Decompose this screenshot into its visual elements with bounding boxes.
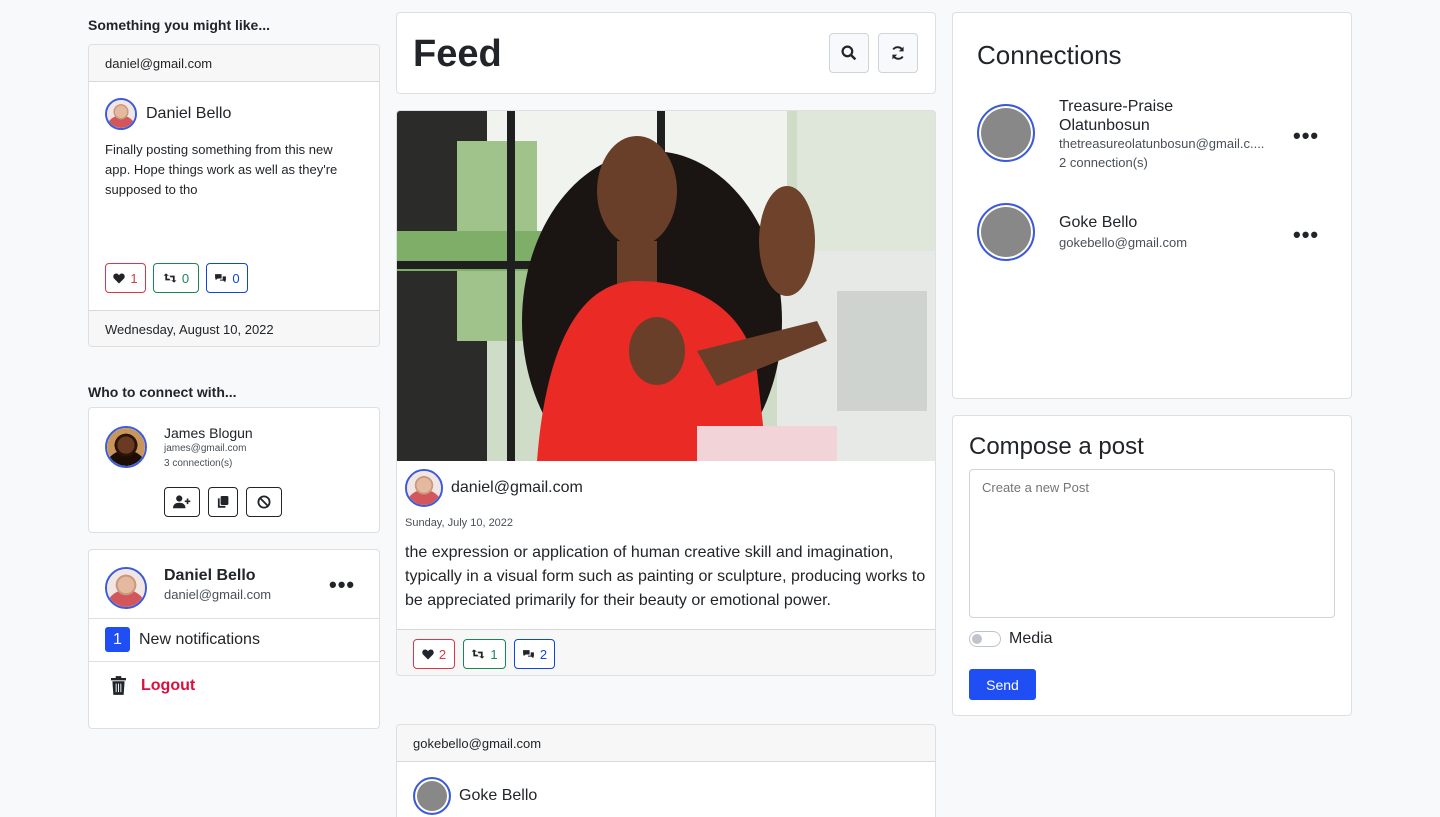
user-plus-icon (173, 495, 191, 509)
comment-button[interactable]: 2 (514, 639, 555, 669)
like-button[interactable]: 1 (105, 263, 146, 293)
comment-button[interactable]: 0 (206, 263, 248, 293)
post-author-name: Goke Bello (459, 787, 538, 804)
more-options-icon[interactable]: ••• (329, 574, 355, 596)
notifications-link[interactable]: 1 New notifications (105, 627, 260, 652)
feed-post-card: daniel@gmail.com Sunday, July 10, 2022 t… (396, 110, 936, 676)
connection-email: gokebello@gmail.com (1059, 235, 1188, 250)
post-header-email: gokebello@gmail.com (413, 736, 542, 751)
feed-post-card: gokebello@gmail.com Goke Bello (396, 724, 936, 817)
post-date: Sunday, July 10, 2022 (405, 517, 514, 529)
suggested-user-name[interactable]: James Blogun (164, 425, 253, 441)
media-label: Media (1009, 630, 1053, 647)
post-actions: 2 1 2 (413, 639, 555, 669)
post-photo (397, 111, 935, 461)
media-switch[interactable] (969, 631, 1001, 647)
ban-icon (257, 495, 271, 509)
logout-label: Logout (141, 676, 196, 694)
repost-button[interactable]: 0 (153, 263, 199, 293)
search-button[interactable] (829, 33, 869, 73)
avatar (405, 469, 443, 507)
repost-count: 1 (490, 646, 498, 662)
connection-count: 2 connection(s) (1059, 155, 1148, 170)
who-to-connect-card: James Blogun james@gmail.com 3 connectio… (88, 407, 380, 533)
connection-name[interactable]: Goke Bello (1059, 214, 1137, 232)
logout-button[interactable]: Logout (111, 676, 195, 695)
suggested-post-text: Finally posting something from this new … (105, 142, 338, 197)
like-button[interactable]: 2 (413, 639, 455, 669)
suggested-post-date: Wednesday, August 10, 2022 (105, 322, 274, 337)
avatar (105, 98, 137, 130)
block-button[interactable] (246, 487, 282, 517)
like-count: 2 (438, 646, 447, 662)
like-count: 1 (130, 270, 138, 286)
suggested-post-author-name: Daniel Bello (146, 105, 232, 122)
comments-icon (215, 273, 227, 282)
connections-card: Connections Treasure-Praise Olatunbosun … (952, 12, 1352, 399)
post-author[interactable]: daniel@gmail.com (405, 469, 583, 507)
avatar[interactable] (105, 426, 147, 468)
compose-card: Compose a post Media Send (952, 415, 1352, 716)
send-button[interactable]: Send (969, 669, 1036, 700)
comment-count: 2 (539, 646, 548, 662)
add-connection-button[interactable] (164, 487, 200, 517)
suggested-post-header-email: daniel@gmail.com (105, 56, 213, 71)
divider (89, 618, 379, 619)
more-options-icon[interactable]: ••• (1293, 224, 1319, 246)
connect-section-title: Who to connect with... (88, 384, 237, 400)
new-post-input[interactable] (969, 469, 1335, 618)
suggested-post-author[interactable]: Daniel Bello (105, 98, 231, 130)
avatar (413, 777, 451, 815)
refresh-button[interactable] (878, 33, 918, 73)
suggest-section-title: Something you might like... (88, 17, 271, 33)
copy-icon (217, 496, 229, 508)
connection-name-line1: Treasure-Praise (1059, 98, 1174, 115)
suggested-post-card: daniel@gmail.com Daniel Bello Finally po… (88, 44, 380, 347)
refresh-icon (892, 46, 904, 60)
media-toggle[interactable]: Media (969, 630, 1053, 648)
page-title: Feed (413, 33, 502, 75)
post-author[interactable]: Goke Bello (413, 777, 537, 815)
repost-icon (471, 649, 485, 659)
suggested-user-connections: 3 connection(s) (164, 458, 233, 469)
profile-card: Daniel Bello daniel@gmail.com ••• 1 New … (88, 549, 380, 729)
suggested-user-email: james@gmail.com (164, 443, 247, 454)
profile-name: Daniel Bello (164, 567, 256, 584)
repost-icon (163, 273, 177, 283)
trash-icon (111, 676, 126, 695)
feed-header: Feed (396, 12, 936, 94)
compose-title: Compose a post (969, 433, 1144, 460)
connection-name-line2: Olatunbosun (1059, 117, 1150, 134)
copy-button[interactable] (208, 487, 238, 517)
notification-count-badge: 1 (105, 627, 130, 652)
avatar[interactable] (977, 203, 1035, 261)
avatar[interactable] (977, 104, 1035, 162)
heart-icon (422, 649, 434, 659)
post-header: gokebello@gmail.com (397, 725, 935, 762)
suggested-post-actions: 1 0 0 (105, 263, 248, 293)
suggested-post-header: daniel@gmail.com (89, 45, 379, 82)
profile-email: daniel@gmail.com (164, 587, 272, 602)
heart-icon (113, 273, 126, 283)
connection-name[interactable]: Treasure-Praise Olatunbosun (1059, 97, 1173, 135)
post-author-email: daniel@gmail.com (451, 479, 583, 496)
post-image[interactable] (397, 111, 935, 461)
avatar[interactable] (105, 567, 147, 609)
connection-email: thetreasureolatunbosun@gmail.c.... (1059, 136, 1265, 151)
notifications-label: New notifications (139, 630, 260, 648)
suggested-post-footer: Wednesday, August 10, 2022 (89, 310, 379, 346)
comments-icon (522, 649, 534, 658)
search-icon (841, 45, 857, 61)
comment-count: 0 (232, 270, 240, 286)
post-text: the expression or application of human c… (405, 544, 926, 609)
divider (89, 661, 379, 662)
connections-title: Connections (977, 40, 1122, 70)
repost-count: 0 (181, 270, 190, 286)
more-options-icon[interactable]: ••• (1293, 125, 1319, 147)
post-footer: 2 1 2 (397, 629, 935, 675)
suggested-user-actions (164, 487, 282, 517)
repost-button[interactable]: 1 (463, 639, 506, 669)
